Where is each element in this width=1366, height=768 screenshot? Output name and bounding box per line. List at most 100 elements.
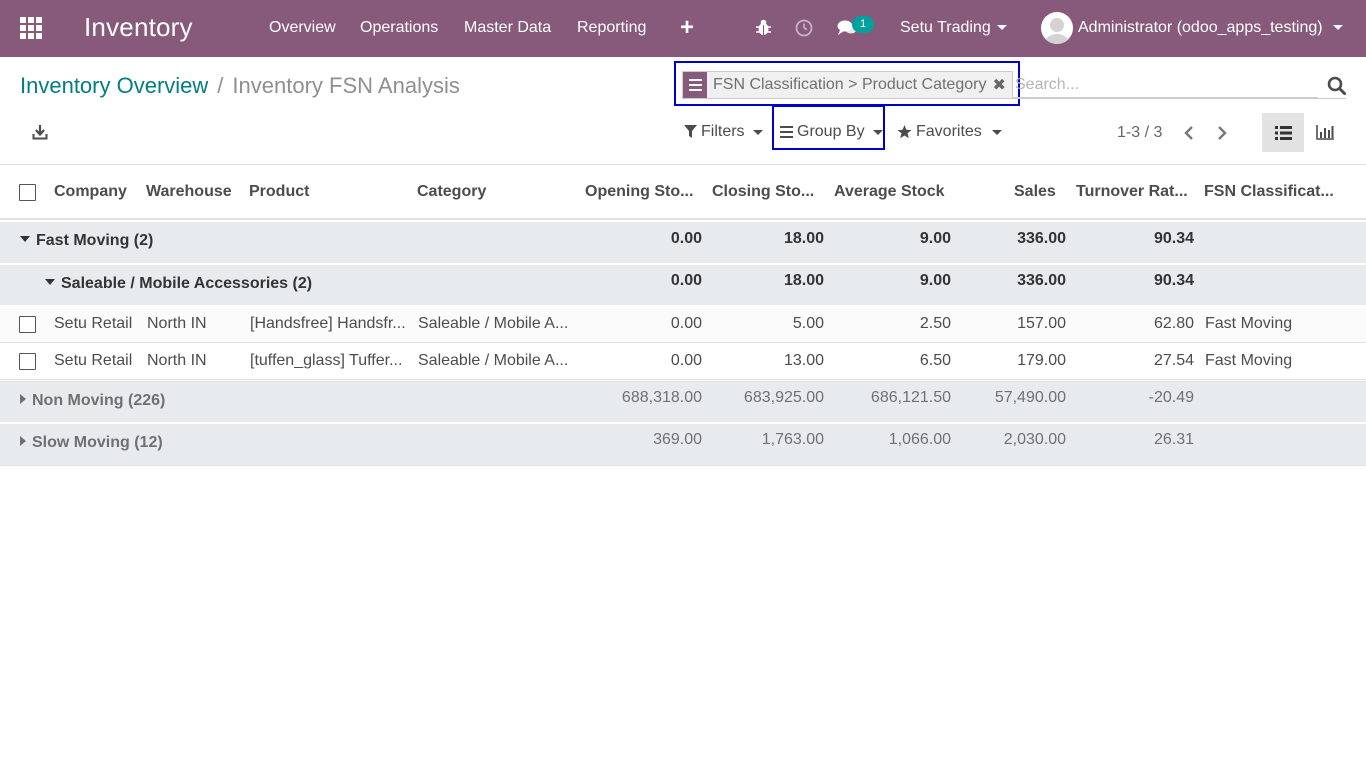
column-sales[interactable]: Sales bbox=[1014, 183, 1056, 201]
breadcrumb-parent-link[interactable]: Inventory Overview bbox=[20, 73, 208, 98]
subgroup-label: Saleable / Mobile Accessories (2) bbox=[45, 275, 312, 293]
cell-sales: 157.00 bbox=[1017, 315, 1066, 332]
column-opening-stock[interactable]: Opening Sto... bbox=[585, 183, 693, 201]
star-icon bbox=[897, 125, 912, 139]
facet-remove-close-icon[interactable]: ✖ bbox=[992, 72, 1011, 98]
cell-sales: 179.00 bbox=[1017, 352, 1066, 369]
breadcrumb-separator: / bbox=[217, 73, 224, 98]
group-row-non-moving[interactable]: Non Moving (226) 688,318.00 683,925.00 6… bbox=[0, 381, 1366, 423]
subgroup-turnover: 90.34 bbox=[1153, 272, 1194, 289]
group-average: 686,121.50 bbox=[870, 389, 951, 406]
caret-right-icon bbox=[20, 393, 26, 404]
download-icon[interactable] bbox=[32, 124, 48, 140]
row-checkbox[interactable] bbox=[19, 316, 36, 333]
menu-operations[interactable]: Operations bbox=[360, 19, 438, 37]
cell-fsn: Fast Moving bbox=[1205, 352, 1293, 369]
list-view-button[interactable] bbox=[1262, 113, 1304, 152]
favorites-label: Favorites bbox=[916, 123, 982, 140]
column-category[interactable]: Category bbox=[417, 183, 486, 201]
app-title[interactable]: Inventory bbox=[84, 12, 193, 43]
group-by-list-icon bbox=[683, 72, 707, 98]
search-icon[interactable] bbox=[1327, 76, 1346, 95]
group-row-fast-moving[interactable]: Fast Moving (2) 0.00 18.00 9.00 336.00 9… bbox=[0, 222, 1366, 264]
page-title: Inventory FSN Analysis bbox=[232, 73, 460, 98]
chat-counter-badge: 1 bbox=[852, 16, 874, 33]
user-name: Administrator (odoo_apps_testing) bbox=[1078, 19, 1323, 36]
menu-master-data[interactable]: Master Data bbox=[464, 19, 551, 37]
pager-next-chevron-right-icon[interactable] bbox=[1216, 124, 1228, 142]
cell-fsn: Fast Moving bbox=[1205, 315, 1293, 332]
chevron-down-icon bbox=[1332, 25, 1343, 31]
chevron-down-icon bbox=[991, 129, 1002, 135]
group-by-button[interactable]: Group By bbox=[780, 123, 883, 141]
filter-funnel-icon bbox=[684, 125, 697, 138]
chevron-down-icon bbox=[872, 129, 883, 135]
cell-company: Setu Retail bbox=[54, 315, 133, 332]
cell-company: Setu Retail bbox=[54, 352, 133, 369]
table-header: Company Warehouse Product Category Openi… bbox=[0, 165, 1366, 220]
subgroup-sales: 336.00 bbox=[1017, 272, 1066, 289]
top-navbar: Inventory Overview Operations Master Dat… bbox=[0, 0, 1366, 57]
column-turnover-ratio[interactable]: Turnover Rat... bbox=[1076, 183, 1188, 201]
column-fsn-classification[interactable]: FSN Classificat... bbox=[1204, 183, 1334, 201]
cell-turnover: 62.80 bbox=[1153, 315, 1194, 332]
apps-menu-icon[interactable] bbox=[20, 17, 42, 39]
group-name: Fast Moving (2) bbox=[36, 232, 154, 249]
cell-closing: 13.00 bbox=[783, 352, 824, 369]
group-sales: 57,490.00 bbox=[994, 389, 1066, 406]
quick-create-plus-icon[interactable]: + bbox=[680, 14, 694, 42]
subgroup-opening: 0.00 bbox=[670, 272, 702, 289]
row-checkbox[interactable] bbox=[19, 353, 36, 370]
caret-right-icon bbox=[20, 435, 26, 446]
group-label: Slow Moving (12) bbox=[20, 434, 163, 452]
search-underline bbox=[1013, 98, 1346, 99]
chevron-down-icon bbox=[996, 25, 1007, 31]
favorites-button[interactable]: Favorites bbox=[897, 123, 1002, 141]
group-label: Non Moving (226) bbox=[20, 392, 165, 410]
company-name: Setu Trading bbox=[900, 19, 991, 36]
chevron-down-icon bbox=[752, 129, 763, 135]
select-all-checkbox[interactable] bbox=[19, 184, 36, 201]
cell-product: [tuffen_glass] Tuffer... bbox=[250, 352, 403, 369]
column-product[interactable]: Product bbox=[249, 183, 309, 201]
cell-warehouse: North IN bbox=[147, 315, 207, 332]
cell-turnover: 27.54 bbox=[1153, 352, 1194, 369]
pager-previous-chevron-left-icon[interactable] bbox=[1183, 124, 1195, 142]
cell-opening: 0.00 bbox=[670, 315, 702, 332]
group-label: Fast Moving (2) bbox=[20, 232, 153, 250]
menu-reporting[interactable]: Reporting bbox=[577, 19, 646, 37]
cell-category: Saleable / Mobile A... bbox=[418, 352, 569, 369]
subgroup-row-mobile-accessories[interactable]: Saleable / Mobile Accessories (2) 0.00 1… bbox=[0, 265, 1366, 306]
group-sales: 336.00 bbox=[1017, 230, 1066, 247]
user-menu[interactable]: Administrator (odoo_apps_testing) bbox=[1078, 19, 1343, 37]
group-turnover: 90.34 bbox=[1153, 230, 1194, 247]
subgroup-average: 9.00 bbox=[919, 272, 951, 289]
search-facet[interactable]: FSN Classification > Product Category ✖ bbox=[682, 71, 1013, 99]
graph-view-button[interactable] bbox=[1306, 113, 1344, 152]
cell-category: Saleable / Mobile A... bbox=[418, 315, 569, 332]
group-average: 1,066.00 bbox=[888, 431, 951, 448]
group-sales: 2,030.00 bbox=[1003, 431, 1066, 448]
cell-average: 6.50 bbox=[919, 352, 951, 369]
group-opening: 0.00 bbox=[670, 230, 702, 247]
user-avatar[interactable] bbox=[1041, 12, 1073, 44]
column-average-stock[interactable]: Average Stock bbox=[834, 183, 945, 201]
breadcrumb: Inventory Overview / Inventory FSN Analysi… bbox=[20, 73, 460, 99]
subgroup-closing: 18.00 bbox=[783, 272, 824, 289]
column-warehouse[interactable]: Warehouse bbox=[146, 183, 232, 201]
debug-bug-icon[interactable] bbox=[755, 19, 772, 36]
table-row[interactable]: Setu Retail North IN [tuffen_glass] Tuff… bbox=[0, 343, 1366, 380]
pager-value[interactable]: 1-3 / 3 bbox=[1117, 124, 1162, 142]
column-closing-stock[interactable]: Closing Sto... bbox=[712, 183, 814, 201]
group-turnover: -20.49 bbox=[1148, 389, 1194, 406]
column-company[interactable]: Company bbox=[54, 183, 127, 201]
menu-overview[interactable]: Overview bbox=[269, 19, 336, 37]
cell-product: [Handsfree] Handsfr... bbox=[250, 315, 406, 332]
table-row[interactable]: Setu Retail North IN [Handsfree] Handsfr… bbox=[0, 306, 1366, 343]
activity-clock-icon[interactable] bbox=[795, 19, 813, 37]
group-closing: 683,925.00 bbox=[743, 389, 824, 406]
group-row-slow-moving[interactable]: Slow Moving (12) 369.00 1,763.00 1,066.0… bbox=[0, 424, 1366, 466]
filters-button[interactable]: Filters bbox=[684, 123, 763, 141]
search-input[interactable] bbox=[1013, 72, 1318, 98]
company-switcher[interactable]: Setu Trading bbox=[900, 19, 1007, 37]
